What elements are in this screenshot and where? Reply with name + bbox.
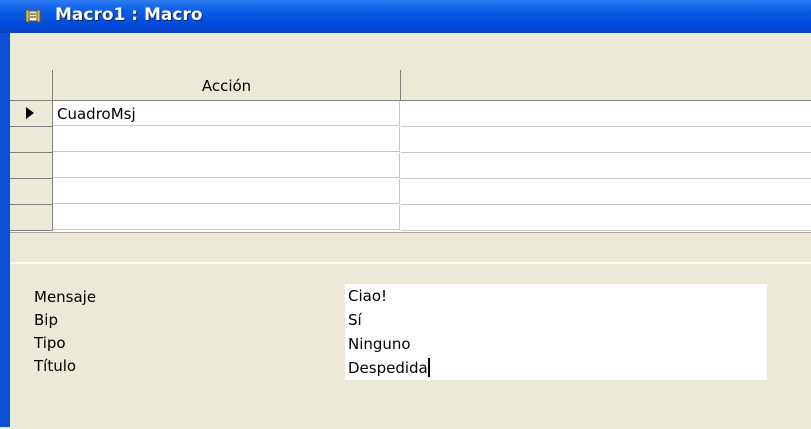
row-selector[interactable] — [10, 179, 53, 205]
comment-cell[interactable] — [401, 205, 811, 231]
prop-label-titulo: Título — [34, 357, 77, 375]
action-cell[interactable] — [53, 179, 400, 204]
action-arguments-panel: Mensaje Ciao! Bip Sí Tipo Ninguno Título… — [10, 262, 811, 429]
table-row[interactable] — [10, 179, 811, 205]
table-row[interactable] — [10, 153, 811, 179]
prop-label-tipo: Tipo — [34, 334, 66, 352]
action-cell[interactable]: CuadroMsj — [53, 101, 400, 126]
action-cell[interactable] — [53, 205, 400, 230]
prop-label-mensaje: Mensaje — [34, 288, 97, 306]
comment-cell[interactable] — [401, 127, 811, 153]
table-row[interactable] — [10, 205, 811, 231]
column-header-comentario[interactable] — [401, 70, 811, 100]
comment-cell[interactable] — [401, 153, 811, 179]
pane-splitter[interactable] — [10, 232, 811, 263]
action-cell[interactable] — [53, 127, 400, 152]
window-title: Macro1 : Macro — [55, 5, 203, 25]
comment-cell[interactable] — [401, 179, 811, 205]
title-bar[interactable]: Macro1 : Macro — [0, 0, 811, 33]
prop-label-bip: Bip — [34, 311, 58, 329]
comment-cell[interactable] — [401, 101, 811, 127]
titulo-value: Despedida — [348, 359, 428, 377]
macro-scroll-icon — [25, 9, 41, 23]
current-row-arrow-icon — [26, 107, 34, 119]
table-row[interactable] — [10, 127, 811, 153]
macro-window: Macro1 : Macro Acción CuadroMsj Mensaje — [0, 0, 811, 429]
action-cell[interactable] — [53, 153, 400, 178]
tipo-field[interactable]: Ninguno — [345, 332, 767, 356]
row-selector[interactable] — [10, 153, 53, 179]
row-selector[interactable] — [10, 127, 53, 153]
text-caret — [427, 358, 430, 377]
column-header-accion[interactable]: Acción — [53, 70, 401, 100]
header-corner[interactable] — [10, 70, 53, 100]
titulo-field[interactable]: Despedida — [345, 356, 767, 380]
mensaje-field[interactable]: Ciao! — [345, 284, 767, 308]
row-selector[interactable] — [10, 205, 53, 231]
bip-field[interactable]: Sí — [345, 308, 767, 332]
grid-header: Acción — [10, 70, 811, 101]
window-border — [0, 33, 10, 427]
row-selector[interactable] — [10, 101, 53, 127]
table-row[interactable]: CuadroMsj — [10, 101, 811, 127]
